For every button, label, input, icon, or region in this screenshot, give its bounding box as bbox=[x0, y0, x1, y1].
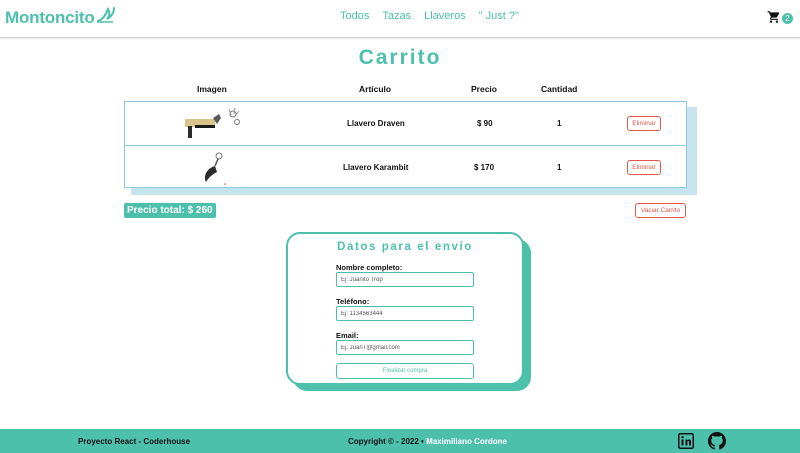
item-price: $ 170 bbox=[474, 163, 495, 172]
name-field-label: Nombre completo: bbox=[336, 263, 403, 272]
copyright-text: Copyright © - 2022 • bbox=[348, 437, 424, 446]
item-price: $ 90 bbox=[477, 119, 493, 128]
submit-order-button[interactable]: Finalizar compra bbox=[336, 363, 474, 379]
remove-item-button[interactable]: Eliminar bbox=[627, 160, 661, 175]
brand-name: Montoncito bbox=[5, 8, 95, 27]
column-header-article: Artículo bbox=[359, 84, 392, 94]
github-icon[interactable] bbox=[708, 432, 726, 450]
linkedin-icon[interactable] bbox=[678, 433, 694, 449]
product-image-draven bbox=[185, 107, 240, 138]
nav-link-just[interactable]: " Just ?" bbox=[479, 10, 519, 22]
email-field-label: Email: bbox=[336, 331, 359, 340]
item-name: Llavero Karambit bbox=[343, 163, 409, 172]
item-quantity: 1 bbox=[557, 119, 562, 128]
footer: Proyecto React - Coderhouse Copyright © … bbox=[0, 429, 800, 453]
nav-link-llaveros[interactable]: Llaveros bbox=[424, 10, 466, 22]
name-input[interactable] bbox=[336, 272, 474, 287]
shipping-form: Datos para el envío Nombre completo: Tel… bbox=[286, 232, 524, 385]
product-image-karambit bbox=[205, 152, 226, 185]
wave-icon bbox=[96, 6, 115, 23]
phone-field-label: Teléfono: bbox=[336, 297, 370, 306]
nav-links: Todos Tazas Llaveros " Just ?" bbox=[340, 10, 532, 22]
clear-cart-button[interactable]: Vaciar Carrito bbox=[635, 203, 686, 218]
footer-copyright: Copyright © - 2022 • Maximiliano Cordone bbox=[348, 437, 507, 446]
navbar: Montoncito Todos Tazas Llaveros " Just ?… bbox=[0, 0, 800, 38]
table-row: Llavero Karambit $ 170 1 Eliminar bbox=[125, 145, 686, 188]
remove-item-button[interactable]: Eliminar bbox=[627, 116, 661, 131]
form-title: Datos para el envío bbox=[337, 241, 473, 253]
column-header-image: Imagen bbox=[197, 84, 227, 94]
nav-link-tazas[interactable]: Tazas bbox=[382, 10, 411, 22]
cart-table: Llavero Draven $ 90 1 Eliminar Llavero K… bbox=[124, 101, 687, 188]
cart-widget[interactable]: 2 bbox=[767, 9, 793, 24]
nav-link-todos[interactable]: Todos bbox=[340, 10, 369, 22]
author-name: Maximiliano Cordone bbox=[426, 437, 507, 446]
cart-icon bbox=[767, 10, 780, 23]
total-price-badge: Precio total: $ 260 bbox=[124, 203, 216, 218]
item-name: Llavero Draven bbox=[347, 119, 405, 128]
cart-count-badge: 2 bbox=[782, 13, 793, 24]
brand-logo[interactable]: Montoncito bbox=[5, 6, 116, 30]
footer-project-label: Proyecto React - Coderhouse bbox=[78, 437, 191, 446]
column-header-quantity: Cantidad bbox=[541, 84, 578, 94]
phone-input[interactable] bbox=[336, 306, 474, 321]
table-row: Llavero Draven $ 90 1 Eliminar bbox=[125, 102, 686, 145]
page-title: Carrito bbox=[358, 46, 442, 69]
item-quantity: 1 bbox=[557, 163, 562, 172]
column-header-price: Precio bbox=[471, 84, 497, 94]
email-input[interactable] bbox=[336, 340, 474, 355]
